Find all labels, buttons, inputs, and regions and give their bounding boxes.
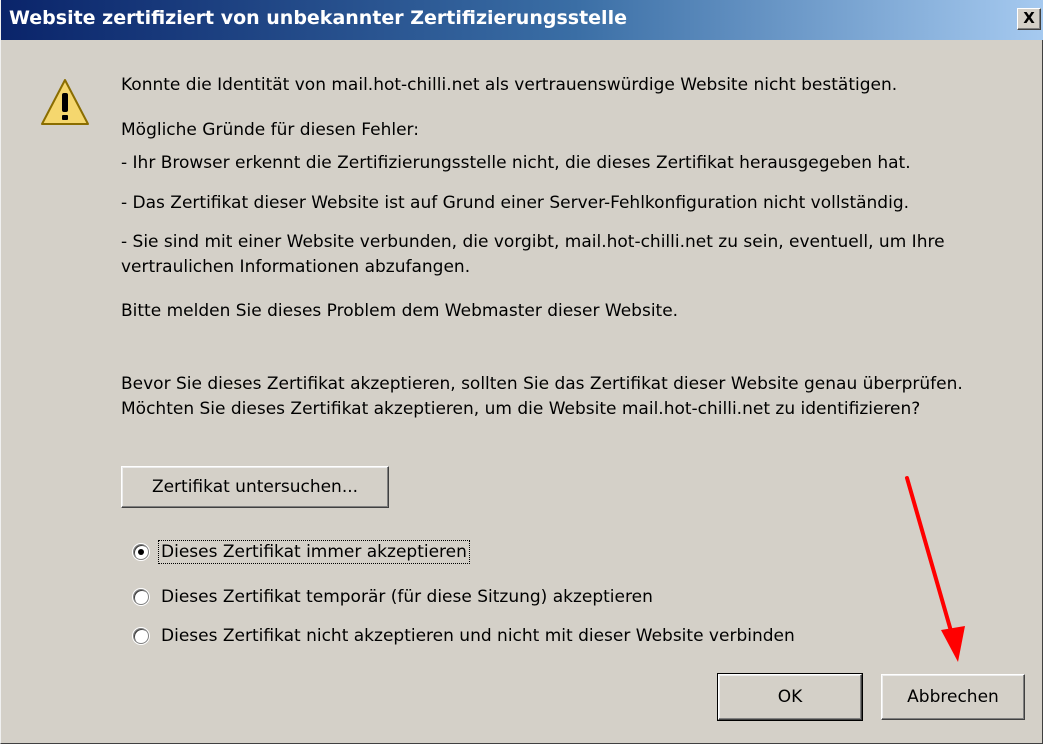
close-icon: X — [1023, 9, 1035, 27]
reason-incomplete-chain: - Das Zertifikat dieser Website ist auf … — [121, 193, 910, 213]
option-label[interactable]: Dieses Zertifikat immer akzeptieren — [158, 540, 470, 564]
intro-text: Konnte die Identität von mail.hot-chilli… — [121, 75, 898, 95]
dialog-title: Website zertifiziert von unbekannter Zer… — [9, 7, 627, 29]
reasons-heading: Mögliche Gründe für diesen Fehler: — [121, 120, 419, 140]
option-accept-always[interactable]: Dieses Zertifikat immer akzeptieren — [133, 539, 470, 565]
examine-certificate-button[interactable]: Zertifikat untersuchen... — [121, 466, 389, 508]
ok-button[interactable]: OK — [717, 673, 863, 721]
option-accept-session[interactable]: Dieses Zertifikat temporär (für diese Si… — [133, 584, 655, 610]
reason-unknown-issuer: - Ihr Browser erkennt die Zertifizierung… — [121, 153, 911, 173]
title-bar[interactable]: Website zertifiziert von unbekannter Zer… — [1, 0, 1043, 40]
certificate-warning-dialog: Website zertifiziert von unbekannter Zer… — [0, 0, 1043, 744]
warning-icon — [41, 79, 89, 125]
report-text: Bitte melden Sie dieses Problem dem Webm… — [121, 301, 679, 321]
radio-accept-always[interactable] — [133, 544, 149, 560]
annotation-arrow-icon — [905, 476, 965, 662]
cancel-button[interactable]: Abbrechen — [881, 674, 1025, 720]
option-label[interactable]: Dieses Zertifikat nicht akzeptieren und … — [159, 625, 797, 647]
close-button[interactable]: X — [1017, 8, 1041, 30]
option-reject[interactable]: Dieses Zertifikat nicht akzeptieren und … — [133, 623, 797, 649]
radio-accept-session[interactable] — [133, 589, 149, 605]
radio-reject[interactable] — [133, 628, 149, 644]
option-label[interactable]: Dieses Zertifikat temporär (für diese Si… — [159, 586, 655, 608]
reason-impersonation: - Sie sind mit einer Website verbunden, … — [121, 232, 945, 277]
accept-question: Bevor Sie dieses Zertifikat akzeptieren,… — [121, 374, 963, 419]
